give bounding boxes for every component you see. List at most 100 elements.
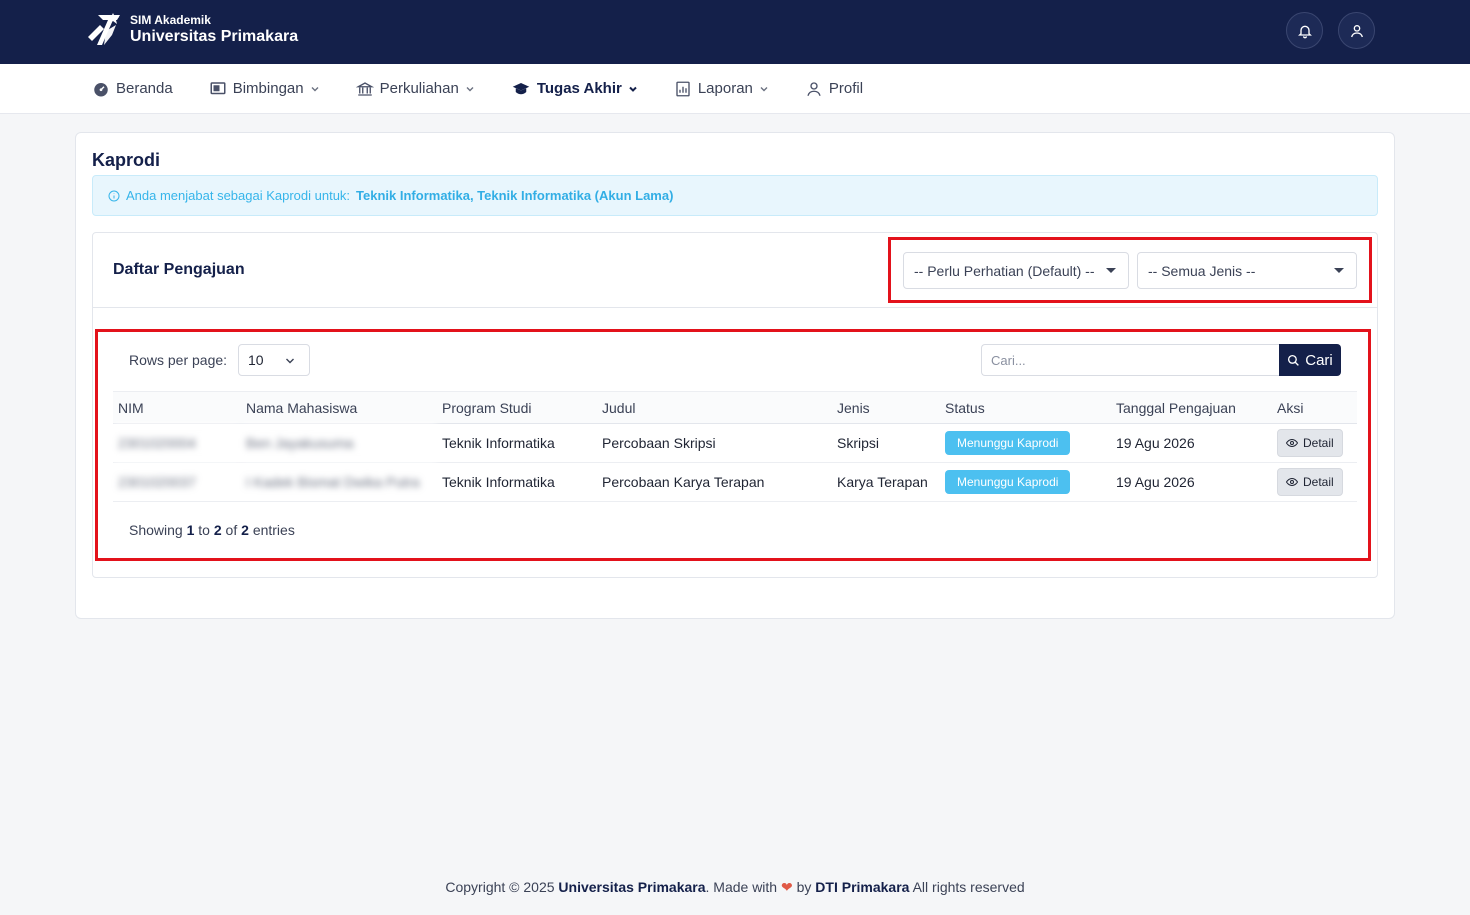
cell-judul: Percobaan Karya Terapan [602, 474, 765, 490]
cell-aksi: Detail [1272, 424, 1357, 463]
cell-nim: 2301020037 [118, 474, 196, 490]
page-footer: Copyright © 2025 Universitas Primakara. … [0, 879, 1470, 896]
footer-org-link[interactable]: Universitas Primakara [558, 879, 705, 895]
showing-prefix: Showing [129, 522, 183, 538]
chevron-down-icon [286, 358, 294, 364]
eye-icon [1286, 477, 1298, 487]
cell-status: Menunggu Kaprodi [940, 463, 1111, 502]
nav-perkuliahan[interactable]: Perkuliahan [355, 80, 475, 98]
notification-button[interactable] [1286, 12, 1323, 49]
column-header[interactable]: Tanggal Pengajuan [1111, 392, 1272, 424]
search-button[interactable]: Cari [1279, 344, 1341, 376]
footer-rights: All rights reserved [912, 879, 1025, 895]
pagination-summary: Showing 1 to 2 of 2 entries [129, 522, 295, 538]
column-header[interactable]: Status [940, 392, 1111, 424]
alert-programs: Teknik Informatika, Teknik Informatika (… [356, 188, 674, 203]
alert-text: Anda menjabat sebagai Kaprodi untuk: [126, 188, 351, 203]
report-icon [676, 81, 690, 96]
showing-total: 2 [241, 522, 249, 538]
cell-aksi: Detail [1272, 463, 1357, 502]
cell-nama: I Kadek Bismat Dwika Putra [246, 474, 420, 490]
person-icon [807, 81, 821, 96]
eye-icon [1286, 438, 1298, 448]
cell-status: Menunggu Kaprodi [940, 424, 1111, 463]
showing-of-word: of [225, 522, 238, 538]
status-filter-select[interactable]: -- Perlu Perhatian (Default) -- [903, 252, 1129, 289]
chevron-down-icon [760, 86, 768, 91]
user-icon [1350, 24, 1363, 37]
chevron-down-icon [311, 86, 319, 91]
graduation-cap-icon [512, 82, 530, 94]
chevron-down-icon [466, 86, 474, 91]
university-logo [88, 13, 120, 45]
nav-label: Tugas Akhir [536, 80, 622, 97]
nav-beranda[interactable]: Beranda [92, 80, 173, 98]
page-title: Kaprodi [92, 150, 161, 170]
detail-button[interactable]: Detail [1277, 468, 1343, 496]
cell-tanggal: 19 Agu 2026 [1116, 474, 1195, 490]
presentation-icon [210, 81, 226, 94]
cell-jenis: Skripsi [837, 435, 880, 451]
column-header[interactable]: Jenis [832, 392, 940, 424]
status-filter-value: -- Perlu Perhatian (Default) -- [914, 262, 1095, 279]
bell-icon [1297, 25, 1312, 38]
heart-icon: ❤ [780, 879, 793, 895]
chevron-down-icon [629, 86, 637, 92]
profile-button[interactable] [1338, 12, 1375, 49]
detail-button-label: Detail [1303, 436, 1334, 450]
cell-prodi: Teknik Informatika [442, 435, 555, 451]
brand-subtitle: SIM Akademik [130, 12, 211, 27]
rows-per-page-select[interactable]: 10 [238, 344, 310, 376]
footer-by: by [796, 879, 812, 895]
column-header[interactable]: Nama Mahasiswa [241, 392, 437, 424]
list-title: Daftar Pengajuan [113, 261, 245, 278]
nav-tugas-akhir[interactable]: Tugas Akhir [511, 80, 638, 98]
footer-team-link[interactable]: DTI Primakara [815, 879, 909, 895]
bank-icon [355, 81, 374, 96]
caret-down-icon [1106, 268, 1116, 273]
nav-label: Perkuliahan [379, 80, 459, 97]
rows-per-page-value: 10 [248, 352, 264, 368]
cell-nama: Ben Jayakusuma [241, 423, 437, 463]
status-badge: Menunggu Kaprodi [945, 431, 1071, 455]
detail-button[interactable]: Detail [1277, 429, 1343, 457]
brand-title: Universitas Primakara [130, 27, 299, 45]
caret-down-icon [1334, 268, 1344, 273]
nav-label: Laporan [697, 80, 753, 97]
cell-prodi: Teknik Informatika [442, 474, 555, 490]
submission-table: NIM Nama Mahasiswa Program Studi Judul J… [113, 391, 1357, 502]
column-header[interactable]: Judul [597, 392, 832, 424]
column-header[interactable]: NIM [113, 392, 241, 424]
cell-tanggal: 19 Agu 2026 [1116, 435, 1195, 451]
search-input[interactable] [981, 344, 1281, 376]
nav-label: Profil [828, 80, 864, 97]
type-filter-select[interactable]: -- Semua Jenis -- [1137, 252, 1357, 289]
dashboard-icon [94, 82, 108, 96]
detail-button-label: Detail [1303, 475, 1334, 489]
cell-nim: 2301020004 [113, 423, 241, 463]
table-row: 2301020004 Ben Jayakusuma Teknik Informa… [113, 423, 1357, 463]
info-alert: Anda menjabat sebagai Kaprodi untuk: Tek… [92, 175, 1378, 216]
submission-list-card: Daftar Pengajuan -- Perlu Perhatian (Def… [92, 232, 1378, 578]
nav-profil[interactable]: Profil [805, 80, 863, 98]
brand[interactable]: SIM Akademik Universitas Primakara [86, 11, 298, 49]
main-nav: Beranda Bimbingan Perkuliahan Tugas Akhi… [0, 64, 1470, 114]
nav-label: Bimbingan [232, 80, 304, 97]
footer-copyright: Copyright © 2025 [445, 879, 555, 895]
column-header[interactable]: Program Studi [437, 392, 597, 424]
search-icon [1288, 354, 1300, 366]
nav-laporan[interactable]: Laporan [674, 80, 769, 98]
search-button-label: Cari [1305, 351, 1333, 369]
top-header: SIM Akademik Universitas Primakara [0, 0, 1470, 64]
kaprodi-card: Kaprodi Anda menjabat sebagai Kaprodi un… [75, 132, 1395, 619]
showing-to-word: to [198, 522, 210, 538]
table-header-row: NIM Nama Mahasiswa Program Studi Judul J… [113, 391, 1357, 424]
nav-label: Beranda [116, 80, 173, 97]
rows-per-page-label: Rows per page: [129, 352, 228, 368]
status-badge: Menunggu Kaprodi [945, 470, 1071, 494]
nav-bimbingan[interactable]: Bimbingan [209, 80, 320, 98]
footer-made-with: . Made with [705, 879, 778, 895]
info-icon [108, 190, 120, 201]
showing-to: 2 [213, 522, 222, 538]
column-header: Aksi [1277, 399, 1304, 416]
